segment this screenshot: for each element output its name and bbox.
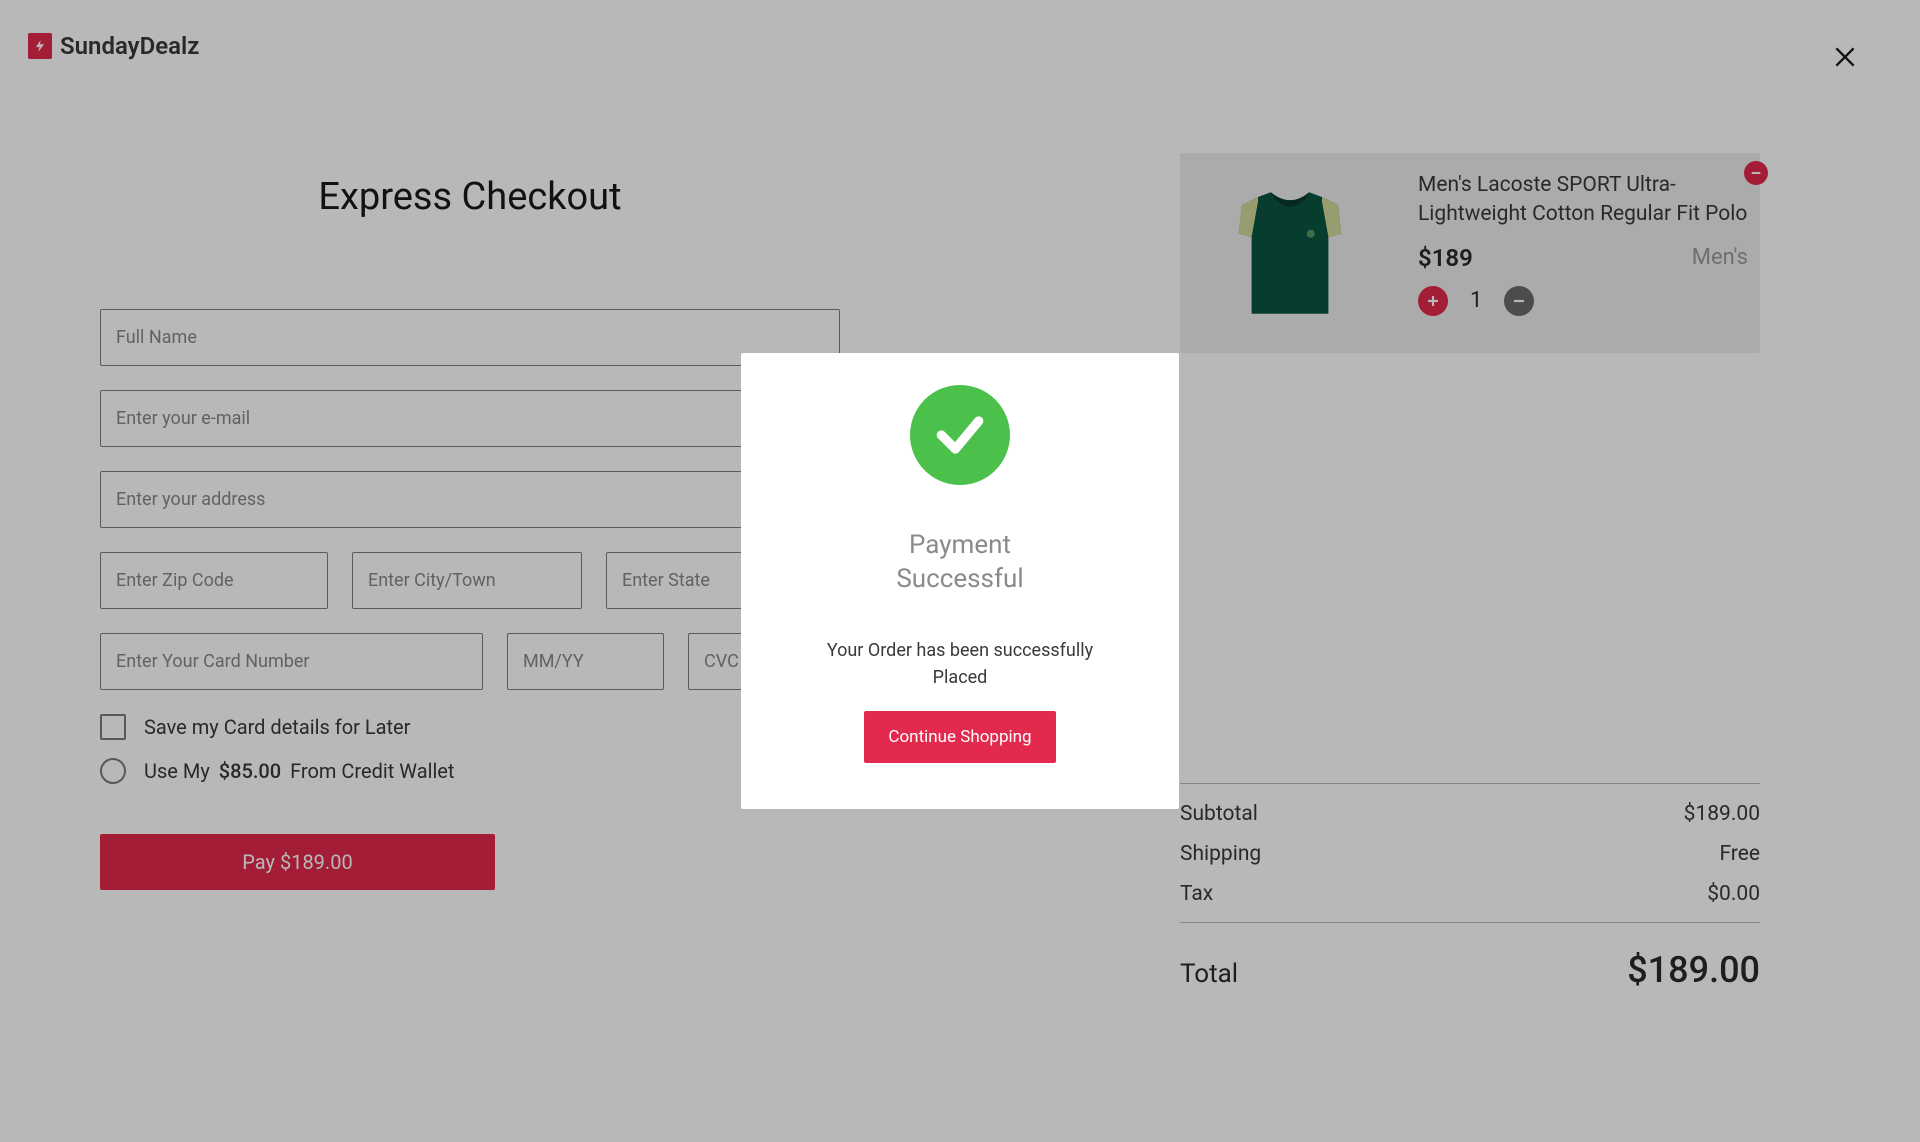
modal-title: Payment Successful xyxy=(791,529,1129,597)
modal-message: Your Order has been successfully Placed xyxy=(791,637,1129,691)
success-check-icon xyxy=(910,385,1010,485)
payment-success-modal: Payment Successful Your Order has been s… xyxy=(741,353,1179,809)
continue-shopping-button[interactable]: Continue Shopping xyxy=(864,711,1055,763)
